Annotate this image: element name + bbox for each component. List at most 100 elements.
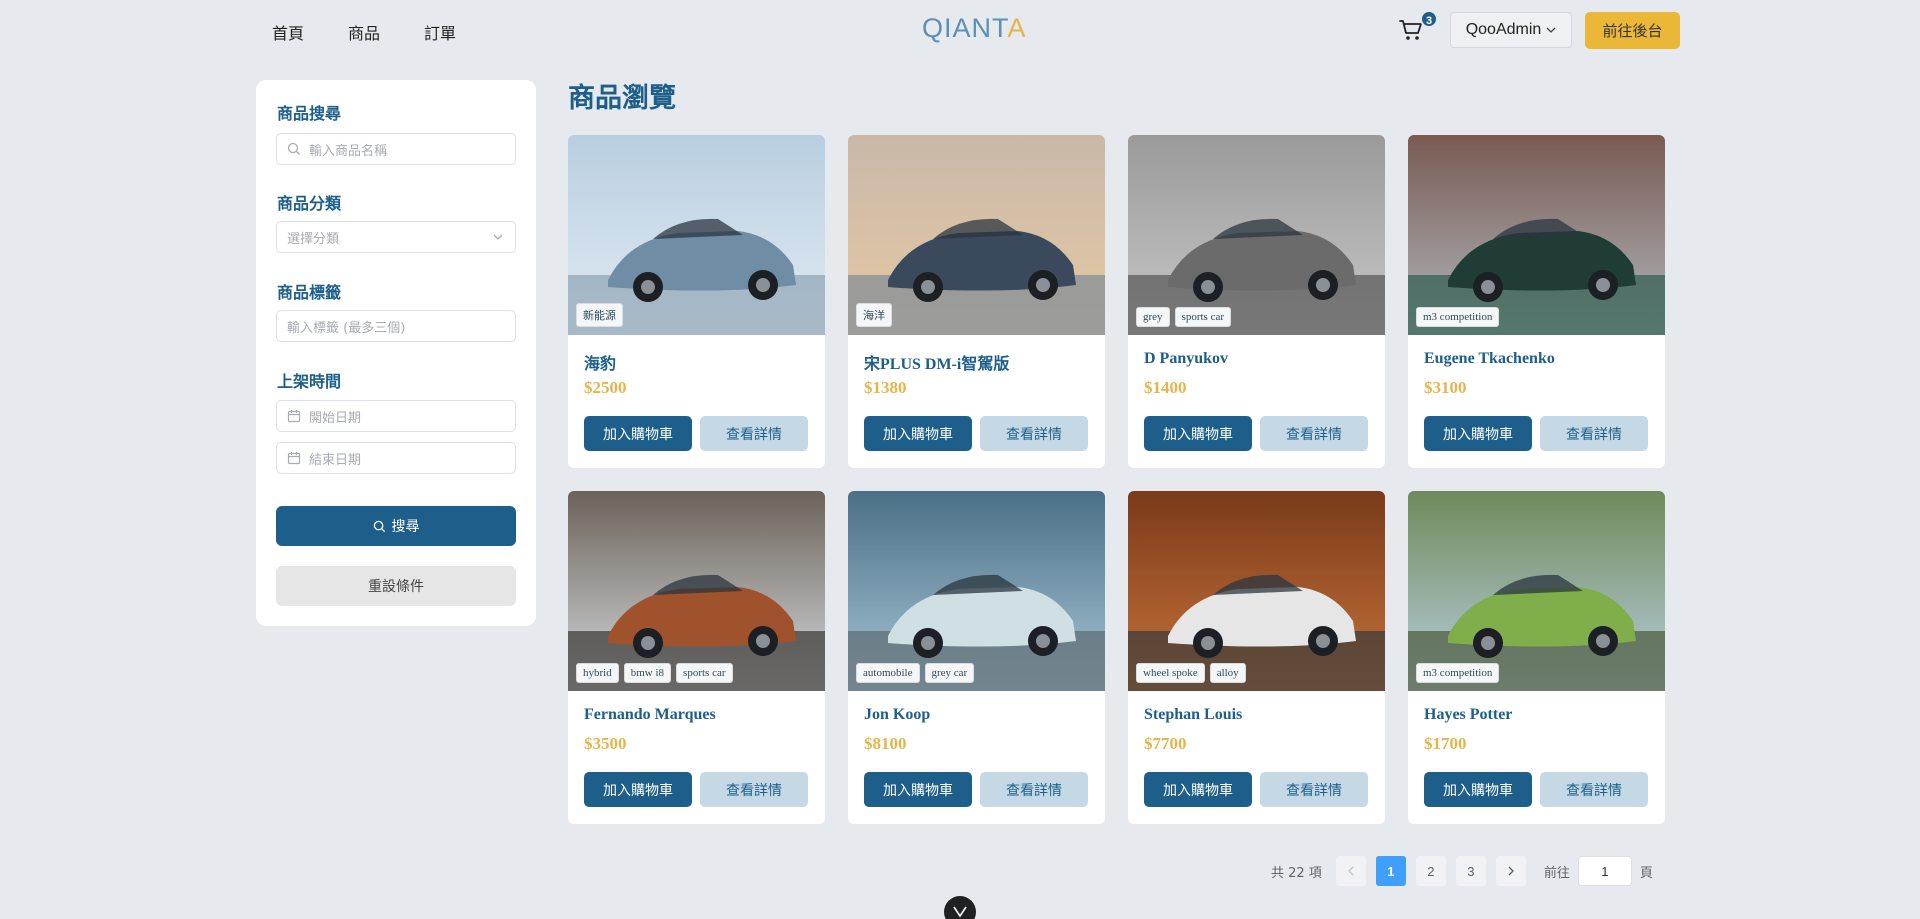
product-card: grey sports car D Panyukov $1400 加入購物車 查看詳情: [1128, 135, 1385, 468]
tag-list: wheel spoke alloy: [1136, 663, 1246, 683]
page-button-3[interactable]: 3: [1455, 856, 1486, 886]
product-image[interactable]: 海洋: [848, 135, 1105, 335]
product-name[interactable]: Stephan Louis: [1144, 706, 1242, 724]
view-details-button[interactable]: 查看詳情: [980, 416, 1088, 451]
date-label: 上架時間: [277, 372, 342, 391]
product-name[interactable]: Fernando Marques: [584, 706, 716, 724]
product-price: $1380: [864, 378, 907, 397]
add-to-cart-button[interactable]: 加入購物車: [864, 416, 972, 451]
page-suffix: 頁: [1639, 865, 1653, 881]
tag-list: 新能源: [576, 303, 623, 327]
nav-orders[interactable]: 訂單: [424, 20, 456, 44]
tag-list: m3 competition: [1416, 307, 1500, 327]
product-price: $3500: [584, 734, 627, 753]
tag-list: grey sports car: [1136, 307, 1232, 327]
chevron-right-icon: [1508, 866, 1514, 876]
product-image[interactable]: m3 competition: [1408, 135, 1665, 335]
chevron-down-icon: [1546, 27, 1556, 33]
search-icon: [373, 520, 385, 532]
user-dropdown[interactable]: QooAdmin: [1450, 12, 1572, 48]
end-date-input[interactable]: 結束日期: [276, 442, 516, 474]
product-tag: sports car: [676, 663, 733, 683]
product-card: automobile grey car Jon Koop $8100 加入購物車 查看詳情: [848, 491, 1105, 824]
view-details-button[interactable]: 查看詳情: [1540, 416, 1648, 451]
product-price: $1700: [1424, 734, 1467, 753]
search-label: 商品搜尋: [277, 104, 342, 123]
calendar-icon: [287, 410, 301, 423]
product-image[interactable]: hybrid bmw i8 sports car: [568, 491, 825, 691]
product-name[interactable]: 海豹: [584, 350, 616, 374]
add-to-cart-button[interactable]: 加入購物車: [1424, 416, 1532, 451]
search-input[interactable]: 輸入商品名稱: [276, 133, 516, 165]
user-name: QooAdmin: [1465, 21, 1542, 38]
view-details-button[interactable]: 查看詳情: [1260, 772, 1368, 807]
view-details-button[interactable]: 查看詳情: [700, 416, 808, 451]
search-button-label: 搜尋: [391, 519, 420, 535]
product-tag: m3 competition: [1416, 663, 1500, 683]
product-tag: alloy: [1209, 663, 1246, 683]
calendar-icon: [287, 452, 301, 465]
pagination: 共 22 項 1 2 3 前往 1 頁: [1271, 856, 1653, 886]
search-button[interactable]: 搜尋: [276, 506, 516, 546]
add-to-cart-button[interactable]: 加入購物車: [1144, 416, 1252, 451]
view-details-button[interactable]: 查看詳情: [1260, 416, 1368, 451]
product-name[interactable]: 宋PLUS DM-i智駕版: [864, 350, 1009, 374]
add-to-cart-button[interactable]: 加入購物車: [1144, 772, 1252, 807]
search-placeholder: 輸入商品名稱: [309, 143, 388, 159]
product-card: 海洋宋PLUS DM-i智駕版 $1380 加入購物車 查看詳情: [848, 135, 1105, 468]
page-button-2[interactable]: 2: [1415, 856, 1446, 886]
view-details-button[interactable]: 查看詳情: [700, 772, 808, 807]
goto-page-input[interactable]: 1: [1577, 856, 1632, 886]
nav-products[interactable]: 商品: [348, 20, 380, 44]
product-tag: bmw i8: [623, 663, 672, 683]
product-name[interactable]: D Panyukov: [1144, 350, 1228, 368]
tag-list: automobile grey car: [856, 663, 975, 683]
product-card: m3 competition Eugene Tkachenko $3100 加入購物車…: [1408, 135, 1665, 468]
product-card: m3 competition Hayes Potter $1700 加入購物車 查看詳情: [1408, 491, 1665, 824]
prev-page-button[interactable]: [1335, 856, 1366, 886]
product-tag: hybrid: [576, 663, 619, 683]
product-image[interactable]: m3 competition: [1408, 491, 1665, 691]
product-tag: automobile: [856, 663, 920, 683]
logo-part1: QIANT: [922, 13, 1008, 43]
top-header: 首頁 商品 訂單 QIANTA 3 QooAdmin 前往後台: [0, 0, 1920, 60]
devtools-toggle-icon[interactable]: [944, 896, 976, 919]
tag-input[interactable]: 輸入標籤 (最多三個): [276, 310, 516, 342]
add-to-cart-button[interactable]: 加入購物車: [1424, 772, 1532, 807]
add-to-cart-button[interactable]: 加入購物車: [864, 772, 972, 807]
chevron-left-icon: [1347, 866, 1354, 876]
product-price: $2500: [584, 378, 627, 397]
add-to-cart-button[interactable]: 加入購物車: [584, 772, 692, 807]
search-icon: [287, 142, 300, 155]
filter-sidebar: 商品搜尋 輸入商品名稱 商品分類 選擇分類 商品標籤 輸入標籤 (最多三個) 上…: [256, 80, 536, 626]
nav-home[interactable]: 首頁: [272, 20, 304, 44]
logo[interactable]: QIANTA: [922, 13, 1027, 44]
reset-button[interactable]: 重設條件: [276, 566, 516, 606]
product-name[interactable]: Hayes Potter: [1424, 706, 1512, 724]
category-select[interactable]: 選擇分類: [276, 221, 516, 253]
chevron-down-icon: [493, 234, 503, 240]
next-page-button[interactable]: [1495, 856, 1526, 886]
go-admin-button[interactable]: 前往後台: [1585, 12, 1680, 49]
product-tag: 新能源: [576, 303, 623, 327]
product-name[interactable]: Eugene Tkachenko: [1424, 350, 1555, 368]
page-title: 商品瀏覽: [568, 83, 676, 114]
product-price: $3100: [1424, 378, 1467, 397]
view-details-button[interactable]: 查看詳情: [980, 772, 1088, 807]
page-jumper: 前往 1 頁: [1544, 856, 1653, 886]
start-date-input[interactable]: 開始日期: [276, 400, 516, 432]
product-image[interactable]: grey sports car: [1128, 135, 1385, 335]
product-tag: 海洋: [856, 303, 892, 327]
product-tag: grey: [1136, 307, 1170, 327]
product-image[interactable]: automobile grey car: [848, 491, 1105, 691]
total-count: 共 22 項: [1271, 865, 1322, 881]
product-name[interactable]: Jon Koop: [864, 706, 930, 724]
product-tag: grey car: [924, 663, 975, 683]
product-tag: wheel spoke: [1136, 663, 1205, 683]
product-image[interactable]: 新能源: [568, 135, 825, 335]
page-button-1[interactable]: 1: [1375, 856, 1406, 886]
add-to-cart-button[interactable]: 加入購物車: [584, 416, 692, 451]
view-details-button[interactable]: 查看詳情: [1540, 772, 1648, 807]
main-nav: 首頁 商品 訂單: [272, 20, 500, 44]
product-image[interactable]: wheel spoke alloy: [1128, 491, 1385, 691]
